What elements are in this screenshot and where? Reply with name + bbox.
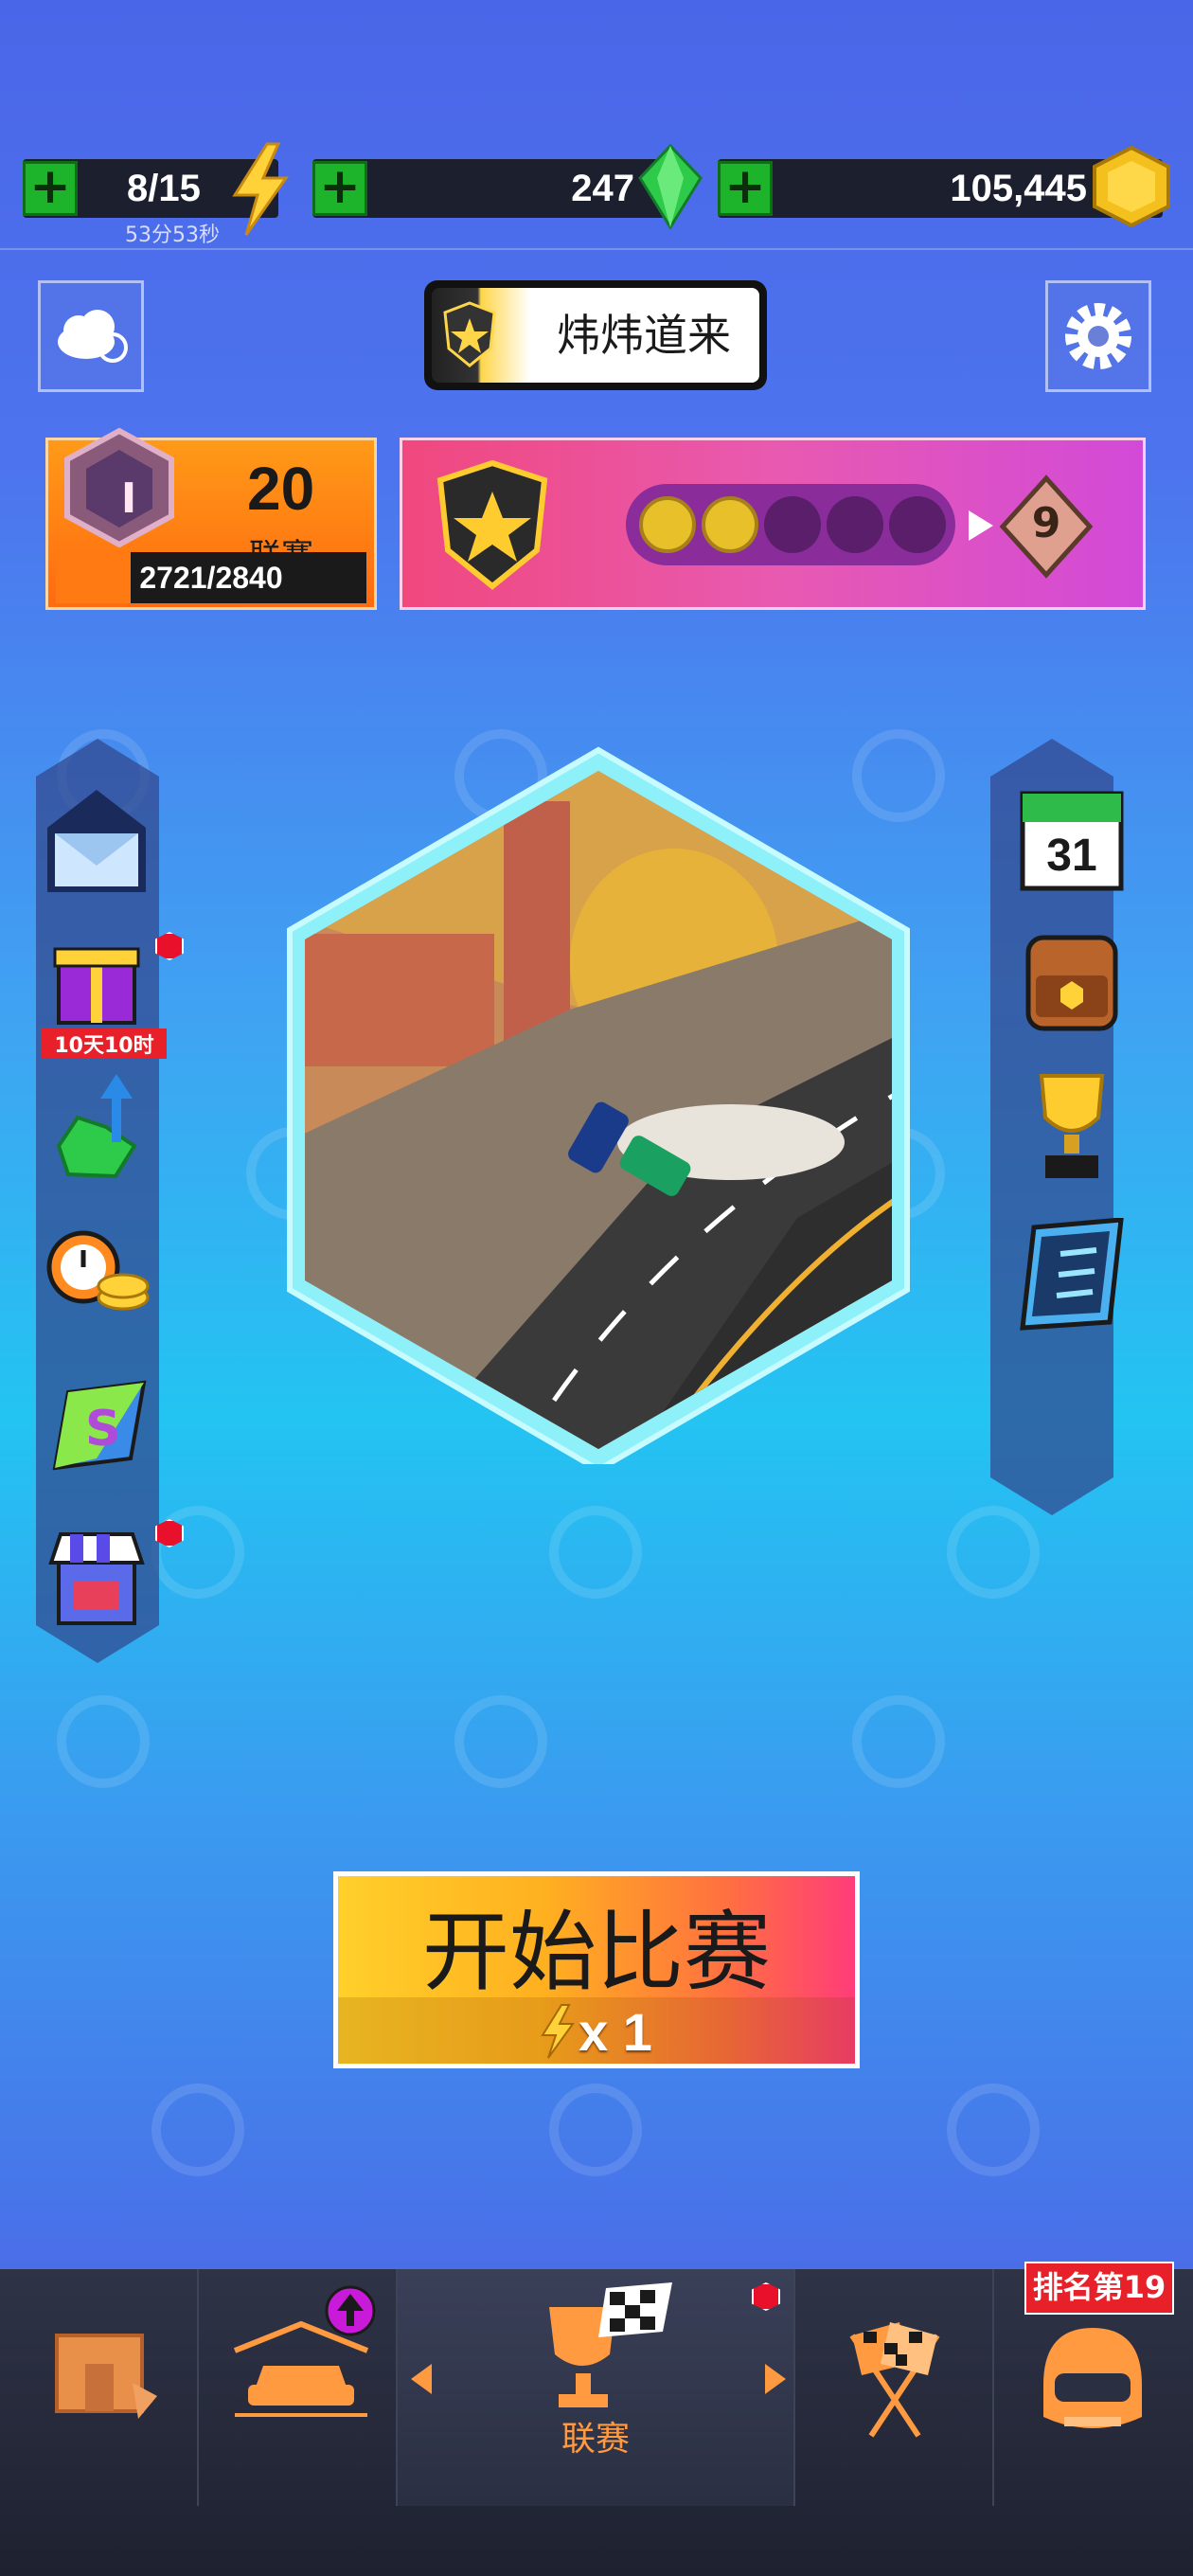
clock-coins-icon xyxy=(46,1230,150,1311)
league-level: 20 xyxy=(247,455,315,523)
coin-icon xyxy=(1093,145,1170,228)
star-pip xyxy=(764,496,821,553)
shop-icon xyxy=(48,1532,145,1625)
season-pass-icon: S xyxy=(52,1380,147,1471)
star-shield-icon xyxy=(436,459,548,590)
chevron-right-icon[interactable] xyxy=(761,2360,790,2398)
star-pip xyxy=(827,496,883,553)
start-race-cost: x 1 xyxy=(579,2002,652,2062)
upgrade-arrow-icon xyxy=(325,2285,376,2336)
add-gems-button[interactable]: + xyxy=(312,161,367,216)
add-energy-button[interactable]: + xyxy=(23,161,78,216)
gear-icon xyxy=(1065,303,1131,369)
gems-value: 247 xyxy=(571,168,634,209)
trophy-icon xyxy=(1039,1074,1105,1178)
energy-value: 8/15 xyxy=(127,168,201,209)
checkered-flags-icon xyxy=(849,2322,940,2438)
player-name: 炜炜道来 xyxy=(557,310,731,361)
nav-cars[interactable] xyxy=(199,2269,398,2506)
svg-text:S: S xyxy=(85,1401,120,1458)
star-pip xyxy=(639,496,696,553)
coin-timer-button[interactable] xyxy=(40,1222,153,1335)
gift-button[interactable]: 10天10时 xyxy=(40,928,167,1059)
gift-icon xyxy=(53,947,140,1025)
backpack-button[interactable] xyxy=(1015,919,1129,1032)
trophy-button[interactable] xyxy=(1015,1068,1129,1182)
track-scene xyxy=(305,771,892,1449)
nav-race[interactable] xyxy=(795,2269,994,2506)
helmet-icon xyxy=(1043,2328,1142,2428)
backpack-icon xyxy=(1025,935,1118,1031)
nav-league[interactable]: 联赛 xyxy=(398,2269,795,2506)
nav-garage-store[interactable] xyxy=(0,2269,199,2506)
cloud-sync-icon xyxy=(58,310,128,363)
gem-upgrade-button[interactable] xyxy=(40,1070,153,1184)
cloud-sync-button[interactable] xyxy=(38,280,144,392)
lightning-icon xyxy=(232,142,289,236)
calendar-button[interactable]: 31 xyxy=(1015,777,1129,891)
tasks-button[interactable] xyxy=(1015,1217,1129,1332)
store-box-icon xyxy=(55,2334,157,2419)
checklist-icon xyxy=(1020,1217,1124,1331)
chevron-left-icon[interactable] xyxy=(407,2360,436,2398)
start-race-label: 开始比赛 xyxy=(421,1902,771,2003)
arrow-right-icon xyxy=(969,510,993,541)
calendar-day: 31 xyxy=(1046,831,1097,881)
star-pip xyxy=(889,496,946,553)
player-name-plate[interactable]: 炜炜道来 xyxy=(424,280,767,390)
bottom-nav: 联赛 xyxy=(0,2269,1193,2576)
rank-track-card[interactable]: 9 xyxy=(400,438,1146,610)
add-coins-button[interactable]: + xyxy=(718,161,773,216)
gem-icon xyxy=(638,144,703,229)
star-progress xyxy=(626,484,955,565)
gem-upgrade-icon xyxy=(56,1074,137,1179)
start-race-button[interactable]: 开始比赛 x 1 xyxy=(333,1871,860,2068)
energy-timer: 53分53秒 xyxy=(125,224,220,247)
nav-league-label: 联赛 xyxy=(561,2420,630,2459)
star-pip xyxy=(702,496,758,553)
settings-button[interactable] xyxy=(1045,280,1151,392)
league-rank-letter: I xyxy=(120,474,137,523)
next-rank-number: 9 xyxy=(1031,499,1061,547)
shield-star-icon xyxy=(443,301,496,367)
mail-button[interactable] xyxy=(40,786,153,900)
league-card[interactable]: I 20 联赛 2721/2840 xyxy=(45,427,377,610)
track-preview-hexagon[interactable] xyxy=(286,744,911,1464)
shop-button[interactable] xyxy=(40,1525,153,1638)
trophy-flag-icon xyxy=(549,2282,672,2407)
league-progress-text: 2721/2840 xyxy=(139,561,283,595)
coins-value: 105,445 xyxy=(950,168,1087,209)
season-pass-button[interactable]: S xyxy=(40,1373,153,1487)
league-progress-bar: 2721/2840 xyxy=(56,552,366,603)
gift-timer-badge: 10天10时 xyxy=(42,1029,167,1059)
mail-icon xyxy=(47,790,146,892)
rank-badge: 排名第19 xyxy=(1024,2262,1174,2315)
